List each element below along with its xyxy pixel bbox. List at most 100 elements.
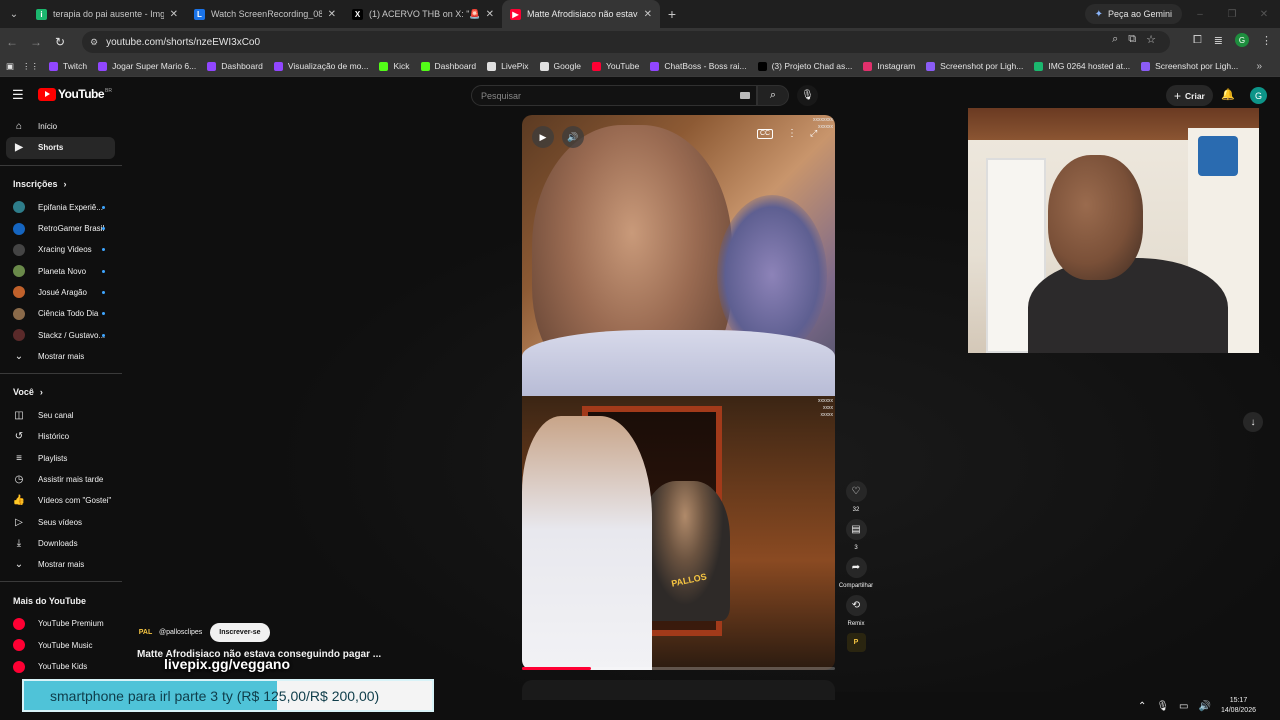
you-nav-item[interactable]: ⤓ Downloads xyxy=(0,533,122,554)
bookmark-item[interactable]: Dashboard xyxy=(420,61,477,71)
bookmark-item[interactable]: ChatBoss - Boss rai... xyxy=(650,61,747,71)
subscription-item[interactable]: Ciência Todo Dia xyxy=(0,303,122,324)
gemini-button[interactable]: ✦ Peça ao Gemini xyxy=(1084,4,1182,24)
menu-icon[interactable]: ☰ xyxy=(12,87,24,103)
you-nav-item[interactable]: ↺ Histórico xyxy=(0,426,122,447)
tab-close-icon[interactable]: ✕ xyxy=(644,9,652,20)
minimize-icon[interactable]: – xyxy=(1184,0,1216,28)
zoom-icon[interactable]: ⌕ xyxy=(1112,33,1118,46)
volume-icon[interactable]: 🔊 xyxy=(562,126,584,148)
new-content-dot xyxy=(102,290,105,294)
bookmark-item[interactable]: YouTube xyxy=(591,61,639,71)
bookmark-item[interactable]: Screenshot por Ligh... xyxy=(926,61,1023,71)
more-youtube-item[interactable]: YouTube Music xyxy=(0,635,122,656)
site-info-icon[interactable]: ⚙ xyxy=(90,37,98,48)
you-nav-icon: 👍 xyxy=(12,495,26,507)
browser-menu-icon[interactable]: ⋮ xyxy=(1261,34,1272,47)
browser-tab[interactable]: X (1) ACERVO THB on X: "🚨URG ✕ xyxy=(344,0,502,28)
bookmark-item[interactable]: Instagram xyxy=(863,61,915,71)
subscription-item[interactable]: Planeta Novo xyxy=(0,260,122,281)
sidebar-nav-item[interactable]: ▶ Shorts xyxy=(6,137,115,159)
next-short-button[interactable]: ↓ xyxy=(1243,412,1263,432)
sound-thumbnail[interactable]: P xyxy=(846,633,866,652)
clock[interactable]: 15:17 14/08/2026 xyxy=(1221,696,1256,716)
fullscreen-icon[interactable]: ⤢ xyxy=(810,128,817,139)
sidebar-nav-item[interactable]: ⌂ Início xyxy=(0,116,122,137)
share-action[interactable]: ➦ Compartilhar xyxy=(839,557,873,589)
extensions-icon[interactable]: ⧠ xyxy=(1193,34,1202,47)
bookmark-item[interactable]: LivePix xyxy=(487,61,529,71)
profile-avatar[interactable]: G xyxy=(1235,33,1249,47)
display-icon[interactable]: ▭ xyxy=(1179,701,1188,712)
subscription-item[interactable]: Xracing Videos xyxy=(0,239,122,260)
you-nav-item[interactable]: ≡ Playlists xyxy=(0,448,122,469)
side-panel-icon[interactable]: ▣ xyxy=(6,61,14,72)
install-app-icon[interactable]: ⧉ xyxy=(1128,33,1136,46)
tab-close-icon[interactable]: ✕ xyxy=(486,9,494,20)
short-video-player[interactable]: xxxxxxxx xxxxxx PALLOS xxxxxx xxxx xxxxx ▶ … xyxy=(522,115,835,670)
notifications-bell-icon[interactable]: 🔔 xyxy=(1221,88,1235,101)
media-controls-icon[interactable]: ≣ xyxy=(1214,34,1223,47)
new-tab-button[interactable]: + xyxy=(660,6,684,22)
search-button[interactable]: ⌕ xyxy=(757,85,789,106)
forward-icon[interactable]: → xyxy=(24,28,48,56)
you-nav-item[interactable]: 👍 Vídeos com "Gostei" xyxy=(0,490,122,511)
subscription-item[interactable]: Stackz / Gustavo... xyxy=(0,324,122,345)
you-heading[interactable]: Você › xyxy=(0,380,122,405)
mic-tray-icon[interactable]: 🎙 xyxy=(1156,701,1169,712)
back-icon[interactable]: ← xyxy=(0,28,24,56)
bookmark-label: Dashboard xyxy=(434,61,477,71)
video-more-icon[interactable]: ⋮ xyxy=(787,128,797,139)
channel-name[interactable]: @pallosclipes xyxy=(159,629,202,636)
more-youtube-item[interactable]: YouTube Kids xyxy=(0,656,122,677)
tab-close-icon[interactable]: ✕ xyxy=(328,9,336,20)
youtube-logo[interactable]: YouTube BR xyxy=(38,87,112,101)
bookmark-item[interactable]: Google xyxy=(539,61,581,71)
like-action[interactable]: ♡ 32 xyxy=(841,481,871,513)
bookmark-item[interactable]: Screenshot por Ligh... xyxy=(1141,61,1238,71)
you-nav-item[interactable]: ◷ Assistir mais tarde xyxy=(0,469,122,490)
bookmark-item[interactable]: Visualização de mo... xyxy=(273,61,368,71)
apps-icon[interactable]: ⋮⋮ xyxy=(22,61,39,72)
voice-search-button[interactable]: 🎙 xyxy=(797,85,818,106)
comment-action[interactable]: ▤ 3 xyxy=(841,519,871,551)
search-input[interactable]: Pesquisar xyxy=(471,85,757,106)
account-avatar[interactable]: G xyxy=(1250,87,1267,104)
subscription-item[interactable]: Epifania Experiê... xyxy=(0,197,122,218)
video-progress-bar[interactable] xyxy=(522,667,835,670)
remix-action[interactable]: ⟲ Remix xyxy=(841,595,871,627)
more-bookmarks-icon[interactable]: » xyxy=(1256,61,1262,72)
browser-tab[interactable]: L Watch ScreenRecording_08-01 ✕ xyxy=(186,0,344,28)
channel-avatar[interactable]: PAL xyxy=(137,624,154,641)
volume-tray-icon[interactable]: 🔊 xyxy=(1199,701,1211,712)
captions-icon[interactable]: CC xyxy=(757,129,774,139)
you-nav-item[interactable]: ▷ Seus vídeos xyxy=(0,511,122,532)
you-nav-item[interactable]: ◫ Seu canal xyxy=(0,405,122,426)
reload-icon[interactable]: ↻ xyxy=(48,28,72,56)
browser-tab[interactable]: ▶ Matte Afrodisiaco não estava c ✕ xyxy=(502,0,660,28)
close-window-icon[interactable]: ✕ xyxy=(1248,0,1280,28)
tab-close-icon[interactable]: ✕ xyxy=(170,9,178,20)
subs-show-more[interactable]: ⌄ Mostrar mais xyxy=(0,346,122,367)
url-field[interactable]: ⚙ youtube.com/shorts/nzeEWI3xCo0 xyxy=(82,31,1170,53)
subscription-item[interactable]: RetroGamer Brasil xyxy=(0,218,122,239)
subscribe-button[interactable]: Inscrever-se xyxy=(210,623,270,642)
bookmark-item[interactable]: (3) Projeto Chad as... xyxy=(757,61,852,71)
maximize-icon[interactable]: ❐ xyxy=(1216,0,1248,28)
browser-tab[interactable]: i terapia do pai ausente - Imgur ✕ xyxy=(28,0,186,28)
bookmark-star-icon[interactable]: ☆ xyxy=(1146,33,1156,46)
tray-chevron-icon[interactable]: ⌃ xyxy=(1138,701,1146,712)
subscription-item[interactable]: Josué Aragão xyxy=(0,282,122,303)
subscriptions-heading[interactable]: Inscrições › xyxy=(0,172,122,197)
bookmark-item[interactable]: Kick xyxy=(379,61,410,71)
bookmark-item[interactable]: Dashboard xyxy=(207,61,263,71)
bookmark-item[interactable]: Twitch xyxy=(49,61,87,71)
tab-search-icon[interactable]: ⌄ xyxy=(0,0,28,28)
keyboard-icon[interactable] xyxy=(740,92,750,99)
you-show-more[interactable]: ⌄ Mostrar mais xyxy=(0,554,122,575)
bookmark-item[interactable]: Jogar Super Mario 6... xyxy=(98,61,196,71)
play-icon[interactable]: ▶ xyxy=(532,126,554,148)
create-button[interactable]: + Criar xyxy=(1166,85,1213,106)
more-youtube-item[interactable]: YouTube Premium xyxy=(0,613,122,634)
bookmark-item[interactable]: IMG 0264 hosted at... xyxy=(1034,61,1130,71)
